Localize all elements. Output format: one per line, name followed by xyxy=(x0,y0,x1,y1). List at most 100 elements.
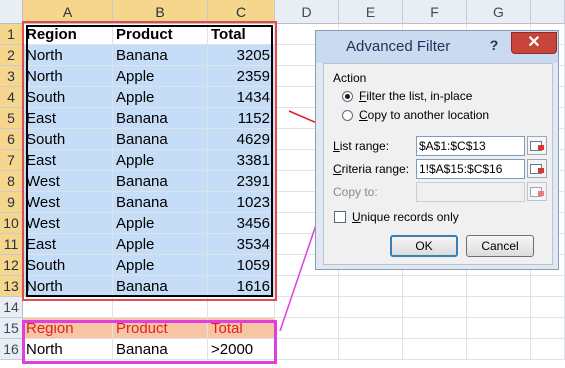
row-header[interactable]: 4 xyxy=(0,87,23,108)
column-header-g[interactable]: G xyxy=(467,0,531,24)
table-header-cell[interactable]: Total xyxy=(208,24,275,45)
empty-cell[interactable] xyxy=(403,297,467,318)
table-cell[interactable]: 1023 xyxy=(208,192,275,213)
empty-cell[interactable] xyxy=(23,297,113,318)
table-cell[interactable]: 3205 xyxy=(208,45,275,66)
list-range-input[interactable]: $A$1:$C$13 xyxy=(416,136,525,156)
row-header[interactable]: 5 xyxy=(0,108,23,129)
filter-in-place-label[interactable]: Filter the list, in-place xyxy=(359,89,472,103)
empty-cell[interactable] xyxy=(467,297,531,318)
empty-cell[interactable] xyxy=(339,318,403,339)
unique-records-checkbox[interactable] xyxy=(334,211,346,223)
criteria-cell[interactable]: >2000 xyxy=(208,339,275,360)
empty-cell[interactable] xyxy=(531,339,565,360)
row-header[interactable]: 8 xyxy=(0,171,23,192)
table-cell[interactable]: 4629 xyxy=(208,129,275,150)
table-cell[interactable]: West xyxy=(23,213,113,234)
table-cell[interactable]: Banana xyxy=(113,171,208,192)
column-header-e[interactable]: E xyxy=(339,0,403,24)
copy-to-location-radio[interactable] xyxy=(342,110,353,121)
table-cell[interactable]: 3381 xyxy=(208,150,275,171)
row-header[interactable]: 13 xyxy=(0,276,23,297)
row-header[interactable]: 14 xyxy=(0,297,23,318)
cancel-button[interactable]: Cancel xyxy=(466,235,534,257)
table-header-cell[interactable]: Region xyxy=(23,24,113,45)
criteria-header-cell[interactable]: Product xyxy=(113,318,208,339)
criteria-cell[interactable]: Banana xyxy=(113,339,208,360)
row-header[interactable]: 10 xyxy=(0,213,23,234)
row-header[interactable]: 3 xyxy=(0,66,23,87)
table-cell[interactable]: Banana xyxy=(113,192,208,213)
table-cell[interactable]: 2359 xyxy=(208,66,275,87)
row-header[interactable]: 7 xyxy=(0,150,23,171)
filter-in-place-radio[interactable] xyxy=(342,91,353,102)
row-header[interactable]: 12 xyxy=(0,255,23,276)
table-cell[interactable]: 1616 xyxy=(208,276,275,297)
row-header[interactable]: 1 xyxy=(0,24,23,45)
table-header-cell[interactable]: Product xyxy=(113,24,208,45)
table-cell[interactable]: South xyxy=(23,87,113,108)
empty-cell[interactable] xyxy=(531,318,565,339)
empty-cell[interactable] xyxy=(467,339,531,360)
table-cell[interactable]: Banana xyxy=(113,45,208,66)
empty-cell[interactable] xyxy=(275,276,339,297)
table-cell[interactable]: East xyxy=(23,234,113,255)
table-cell[interactable]: 3456 xyxy=(208,213,275,234)
criteria-range-input[interactable]: 1!$A$15:$C$16 xyxy=(416,159,525,179)
list-range-ref-button[interactable] xyxy=(527,136,547,155)
table-cell[interactable]: 3534 xyxy=(208,234,275,255)
table-cell[interactable]: Banana xyxy=(113,129,208,150)
unique-records-label[interactable]: Unique records only xyxy=(352,210,459,224)
column-header-h[interactable] xyxy=(531,0,565,24)
empty-cell[interactable] xyxy=(275,318,339,339)
criteria-header-cell[interactable]: Region xyxy=(23,318,113,339)
table-cell[interactable]: 2391 xyxy=(208,171,275,192)
table-cell[interactable]: North xyxy=(23,276,113,297)
empty-cell[interactable] xyxy=(467,318,531,339)
table-cell[interactable]: East xyxy=(23,150,113,171)
dialog-titlebar[interactable]: Advanced Filter ? ✕ xyxy=(316,31,558,63)
select-all-corner[interactable] xyxy=(0,0,23,24)
table-cell[interactable]: Banana xyxy=(113,108,208,129)
table-cell[interactable]: Apple xyxy=(113,255,208,276)
row-header[interactable]: 16 xyxy=(0,339,23,360)
table-cell[interactable]: 1059 xyxy=(208,255,275,276)
table-cell[interactable]: Banana xyxy=(113,276,208,297)
close-button[interactable]: ✕ xyxy=(511,32,557,54)
empty-cell[interactable] xyxy=(339,276,403,297)
table-cell[interactable]: Apple xyxy=(113,150,208,171)
table-cell[interactable]: West xyxy=(23,192,113,213)
empty-cell[interactable] xyxy=(275,297,339,318)
row-header[interactable]: 11 xyxy=(0,234,23,255)
table-cell[interactable]: 1152 xyxy=(208,108,275,129)
copy-to-location-label[interactable]: Copy to another location xyxy=(359,108,489,122)
table-cell[interactable]: North xyxy=(23,66,113,87)
criteria-header-cell[interactable]: Total xyxy=(208,318,275,339)
row-header[interactable]: 6 xyxy=(0,129,23,150)
ok-button[interactable]: OK xyxy=(390,235,458,257)
empty-cell[interactable] xyxy=(403,318,467,339)
help-button[interactable]: ? xyxy=(484,36,504,54)
empty-cell[interactable] xyxy=(339,339,403,360)
criteria-range-ref-button[interactable] xyxy=(527,159,547,178)
empty-cell[interactable] xyxy=(275,339,339,360)
empty-cell[interactable] xyxy=(339,297,403,318)
table-cell[interactable]: Apple xyxy=(113,234,208,255)
column-header-c[interactable]: C xyxy=(208,0,275,24)
empty-cell[interactable] xyxy=(531,276,565,297)
empty-cell[interactable] xyxy=(208,297,275,318)
empty-cell[interactable] xyxy=(113,297,208,318)
table-cell[interactable]: 1434 xyxy=(208,87,275,108)
table-cell[interactable]: South xyxy=(23,129,113,150)
row-header[interactable]: 2 xyxy=(0,45,23,66)
table-cell[interactable]: South xyxy=(23,255,113,276)
empty-cell[interactable] xyxy=(531,297,565,318)
table-cell[interactable]: North xyxy=(23,45,113,66)
table-cell[interactable]: West xyxy=(23,171,113,192)
table-cell[interactable]: Apple xyxy=(113,87,208,108)
column-header-a[interactable]: A xyxy=(23,0,113,24)
empty-cell[interactable] xyxy=(467,276,531,297)
table-cell[interactable]: East xyxy=(23,108,113,129)
empty-cell[interactable] xyxy=(403,276,467,297)
table-cell[interactable]: Apple xyxy=(113,213,208,234)
